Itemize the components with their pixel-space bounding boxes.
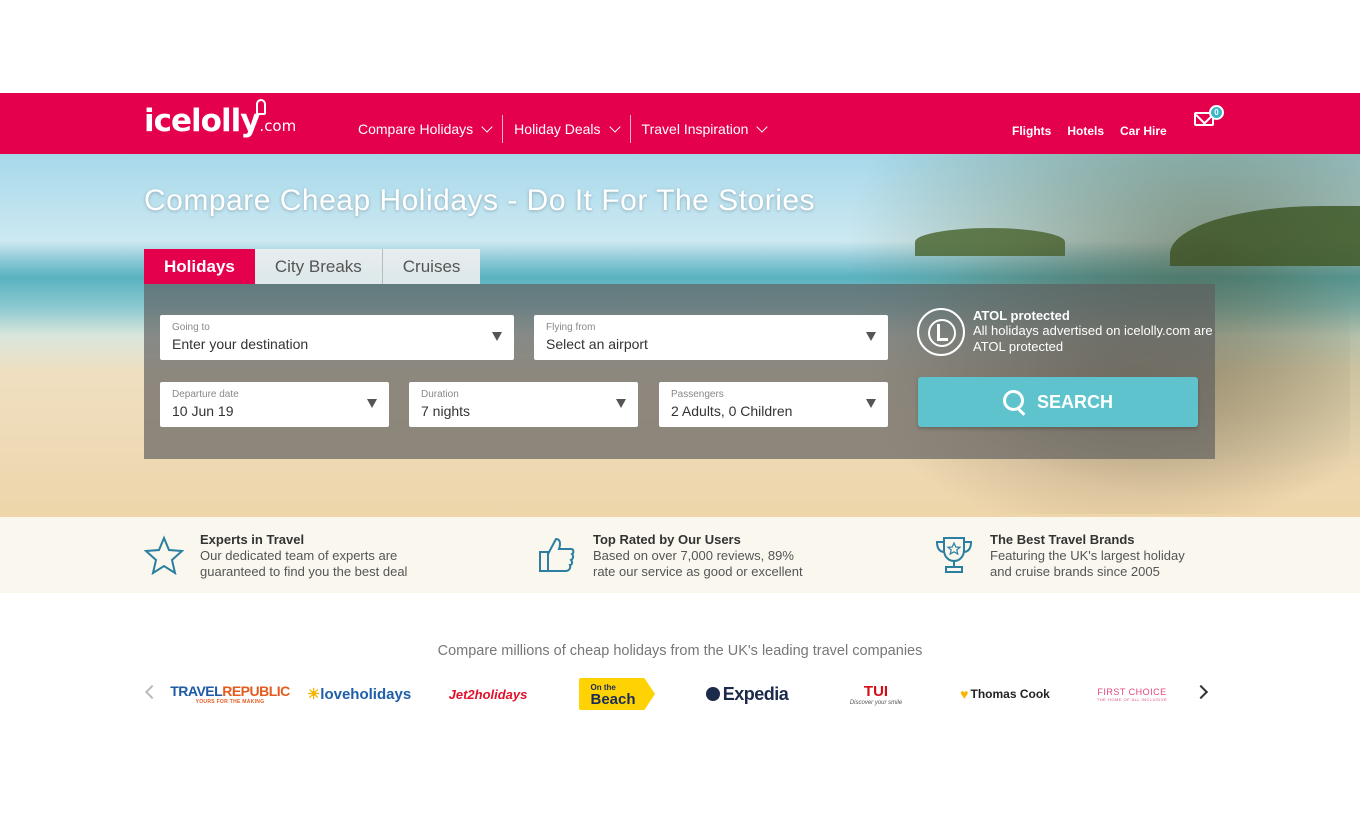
brands-heading: Compare millions of cheap holidays from … bbox=[437, 643, 923, 659]
star-icon bbox=[144, 535, 184, 575]
site-header: icelolly.com Compare Holidays Holiday De… bbox=[0, 93, 1360, 154]
feature-line: guaranteed to find you the best deal bbox=[200, 563, 408, 579]
nav-label: Compare Holidays bbox=[358, 121, 474, 137]
field-value: Select an airport bbox=[546, 336, 648, 352]
feature-line: Based on over 7,000 reviews, 89% bbox=[593, 548, 794, 563]
feature-line: rate our service as good or excellent bbox=[593, 563, 803, 579]
brand-text: FIRST CHOICE bbox=[1097, 686, 1167, 697]
atol-title: ATOL protected bbox=[973, 308, 1070, 323]
brand-text: Thomas Cook bbox=[970, 687, 1050, 701]
caret-down-icon bbox=[616, 399, 626, 408]
nav-label: Travel Inspiration bbox=[641, 121, 749, 137]
brand-tagline: Discover your smile bbox=[849, 699, 903, 706]
link-flights[interactable]: Flights bbox=[1012, 124, 1051, 138]
sunny-heart-icon: ♥ bbox=[960, 686, 969, 702]
brand-text: Beach bbox=[590, 691, 636, 708]
field-label: Flying from bbox=[546, 322, 596, 333]
brand-wordmark: On the Beach bbox=[590, 682, 643, 708]
nav-label: Holiday Deals bbox=[514, 121, 601, 137]
chevron-down-icon bbox=[756, 120, 769, 133]
duration-select[interactable]: Duration 7 nights bbox=[409, 382, 638, 427]
carousel-prev-icon[interactable] bbox=[144, 684, 160, 700]
field-value: 10 Jun 19 bbox=[172, 403, 234, 419]
brand-text: TUI bbox=[863, 682, 889, 700]
main-nav: Compare Holidays Holiday Deals Travel In… bbox=[358, 115, 777, 143]
flying-from-select[interactable]: Flying from Select an airport bbox=[534, 315, 888, 360]
brand-text: Expedia bbox=[722, 683, 789, 704]
atol-text: All holidays advertised on icelolly.com … bbox=[973, 323, 1213, 354]
feature-title: Top Rated by Our Users bbox=[593, 532, 741, 547]
brand-tagline: THE HOME OF ALL INCLUSIVE bbox=[1096, 696, 1168, 702]
search-icon bbox=[1002, 390, 1027, 414]
brand-tagline: YOURS FOR THE MAKING bbox=[195, 699, 265, 705]
feature-line: Featuring the UK's largest holiday bbox=[990, 548, 1185, 563]
brand-thomas-cook[interactable]: ♥ Thomas Cook bbox=[959, 676, 1051, 712]
chevron-down-icon bbox=[481, 120, 493, 133]
search-tabs: Holidays City Breaks Cruises bbox=[144, 249, 481, 284]
brand-expedia[interactable]: Expedia bbox=[705, 676, 789, 712]
search-button[interactable]: SEARCH bbox=[918, 377, 1198, 427]
logo-suffix: .com bbox=[259, 117, 297, 135]
hero-title: Compare Cheap Holidays - Do It For The S… bbox=[144, 184, 816, 217]
feature-title: The Best Travel Brands bbox=[990, 532, 1135, 547]
sun-icon: ☀ bbox=[306, 686, 321, 703]
link-hotels[interactable]: Hotels bbox=[1067, 124, 1104, 138]
search-panel: Going to Enter your destination Flying f… bbox=[144, 284, 1215, 459]
brand-travel-republic[interactable]: TRAVELREPUBLIC YOURS FOR THE MAKING bbox=[170, 676, 290, 712]
feature-title: Experts in Travel bbox=[200, 532, 305, 547]
lolly-icon bbox=[256, 99, 266, 115]
mail-count-badge: 0 bbox=[1209, 105, 1224, 120]
caret-down-icon bbox=[866, 332, 876, 341]
nav-holiday-deals[interactable]: Holiday Deals bbox=[503, 119, 629, 139]
feature-description: Featuring the UK's largest holiday and c… bbox=[990, 548, 1185, 579]
field-value: 7 nights bbox=[421, 403, 471, 419]
hero-banner: Compare Cheap Holidays - Do It For The S… bbox=[0, 154, 1360, 517]
expedia-globe-icon bbox=[705, 687, 720, 701]
nav-travel-inspiration[interactable]: Travel Inspiration bbox=[631, 119, 778, 139]
brand-on-the-beach[interactable]: On the Beach bbox=[579, 678, 655, 710]
trophy-icon bbox=[935, 537, 973, 573]
brand-text: TRAVEL bbox=[170, 683, 223, 699]
brand-wordmark: TRAVELREPUBLIC bbox=[170, 683, 290, 699]
departure-date-select[interactable]: Departure date 10 Jun 19 bbox=[160, 382, 389, 427]
search-button-label: SEARCH bbox=[1036, 391, 1113, 412]
field-label: Passengers bbox=[671, 389, 724, 400]
logo-text: icelolly bbox=[144, 103, 260, 139]
field-label: Departure date bbox=[172, 389, 239, 400]
caret-down-icon bbox=[866, 399, 876, 408]
field-label: Going to bbox=[172, 322, 210, 333]
brand-first-choice[interactable]: FIRST CHOICE THE HOME OF ALL INCLUSIVE bbox=[1088, 676, 1176, 712]
going-to-select[interactable]: Going to Enter your destination bbox=[160, 315, 514, 360]
feature-description: Based on over 7,000 reviews, 89% rate ou… bbox=[593, 548, 803, 579]
feature-description: Our dedicated team of experts are guaran… bbox=[200, 548, 407, 579]
brand-loveholidays[interactable]: ☀ loveholidays bbox=[307, 676, 411, 712]
brand-tui[interactable]: TUI Discover your smile bbox=[846, 676, 906, 712]
brand-text: Jet2holidays bbox=[448, 686, 528, 702]
feature-line: and cruise brands since 2005 bbox=[990, 563, 1160, 579]
atol-icon bbox=[917, 308, 965, 356]
features-strip: Experts in Travel Our dedicated team of … bbox=[0, 517, 1360, 593]
brand-text: loveholidays bbox=[320, 685, 412, 703]
field-label: Duration bbox=[421, 389, 459, 400]
brand-jet2holidays[interactable]: Jet2holidays bbox=[444, 676, 532, 712]
caret-down-icon bbox=[492, 332, 502, 341]
brand-text: REPUBLIC bbox=[222, 683, 290, 699]
tab-city-breaks[interactable]: City Breaks bbox=[254, 249, 382, 284]
field-value: Enter your destination bbox=[172, 336, 309, 352]
tab-cruises[interactable]: Cruises bbox=[381, 249, 481, 284]
passengers-select[interactable]: Passengers 2 Adults, 0 Children bbox=[659, 382, 888, 427]
icelolly-logo[interactable]: icelolly.com bbox=[144, 99, 297, 139]
tab-holidays[interactable]: Holidays bbox=[144, 249, 255, 284]
quick-links: Flights Hotels Car Hire bbox=[1012, 124, 1167, 138]
page: icelolly.com Compare Holidays Holiday De… bbox=[0, 0, 1360, 814]
feature-line: Our dedicated team of experts are bbox=[200, 548, 398, 563]
caret-down-icon bbox=[367, 399, 377, 408]
link-car-hire[interactable]: Car Hire bbox=[1120, 124, 1167, 138]
carousel-next-icon[interactable] bbox=[1193, 684, 1209, 700]
nav-compare-holidays[interactable]: Compare Holidays bbox=[358, 119, 502, 139]
field-value: 2 Adults, 0 Children bbox=[671, 403, 793, 419]
chevron-down-icon bbox=[608, 120, 621, 133]
thumbs-up-icon bbox=[539, 537, 575, 572]
